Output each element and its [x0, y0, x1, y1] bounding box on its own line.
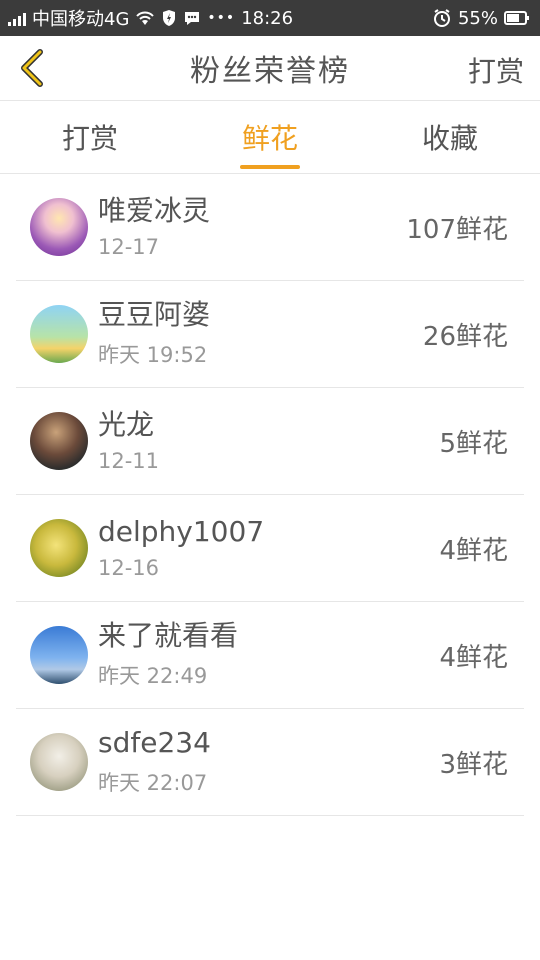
reward-button[interactable]: 打赏	[468, 50, 524, 90]
fan-list: 唯爱冰灵 12-17 107鲜花 豆豆阿婆 昨天 19:52 26鲜花 光龙 1…	[0, 174, 540, 816]
list-item-info: sdfe234 昨天 22:07	[98, 725, 439, 797]
back-button[interactable]	[12, 48, 52, 88]
battery-icon	[504, 11, 529, 25]
list-item[interactable]: 豆豆阿婆 昨天 19:52 26鲜花	[16, 281, 524, 388]
list-item[interactable]: 来了就看看 昨天 22:49 4鲜花	[16, 602, 524, 709]
status-right: 55%	[432, 8, 530, 29]
gift-time: 12-11	[98, 449, 160, 474]
user-name: 光龙	[98, 407, 155, 441]
gift-time: 昨天 19:52	[98, 343, 208, 368]
tab-reward[interactable]: 打赏	[0, 101, 180, 173]
user-name: 豆豆阿婆	[98, 297, 211, 331]
status-bar: 中国移动4G ••• 18:26 55%	[0, 0, 540, 36]
flower-count: 4鲜花	[439, 535, 508, 566]
list-item-info: 来了就看看 昨天 22:49	[98, 618, 439, 690]
tab-favorites[interactable]: 收藏	[360, 101, 540, 173]
list-item[interactable]: sdfe234 昨天 22:07 3鲜花	[16, 709, 524, 816]
tab-flowers-label: 鲜花	[241, 122, 298, 155]
gift-time: 12-17	[98, 235, 160, 260]
list-item[interactable]: 唯爱冰灵 12-17 107鲜花	[16, 174, 524, 281]
wifi-icon	[136, 11, 155, 25]
avatar[interactable]	[30, 305, 88, 363]
list-item-info: delphy1007 12-16	[98, 514, 439, 581]
user-name: delphy1007	[98, 514, 265, 548]
flower-count: 4鲜花	[439, 642, 508, 673]
avatar[interactable]	[30, 626, 88, 684]
page-title: 粉丝荣誉榜	[190, 54, 350, 89]
gift-time: 昨天 22:49	[98, 664, 208, 689]
gift-time: 昨天 22:07	[98, 771, 208, 796]
header: 粉丝荣誉榜 打赏	[0, 36, 540, 101]
battery-percent: 55%	[457, 7, 498, 29]
signal-icon	[8, 10, 26, 26]
user-name: 来了就看看	[98, 618, 239, 652]
user-name: 唯爱冰灵	[98, 193, 211, 227]
avatar[interactable]	[30, 519, 88, 577]
shield-icon	[163, 10, 176, 26]
alarm-icon	[433, 9, 450, 27]
tab-reward-label: 打赏	[61, 122, 118, 155]
user-name: sdfe234	[98, 725, 211, 759]
flower-count: 107鲜花	[406, 214, 508, 245]
avatar[interactable]	[30, 412, 88, 470]
chat-bubble-icon	[185, 12, 200, 25]
list-item-info: 豆豆阿婆 昨天 19:52	[98, 297, 423, 369]
more-dots-icon: •••	[207, 10, 236, 26]
active-tab-indicator	[240, 165, 300, 169]
tab-favorites-label: 收藏	[421, 122, 478, 155]
flower-count: 26鲜花	[422, 321, 508, 352]
list-item[interactable]: 光龙 12-11 5鲜花	[16, 388, 524, 495]
list-item[interactable]: delphy1007 12-16 4鲜花	[16, 495, 524, 602]
avatar[interactable]	[30, 198, 88, 256]
status-time: 18:26	[241, 7, 294, 29]
flower-count: 3鲜花	[439, 749, 508, 780]
status-left: 中国移动4G ••• 18:26	[8, 5, 293, 31]
carrier-label: 中国移动4G	[32, 9, 130, 30]
list-item-info: 唯爱冰灵 12-17	[98, 193, 406, 260]
tab-bar: 打赏 鲜花 收藏	[0, 101, 540, 174]
chevron-left-icon	[21, 49, 43, 87]
tab-flowers[interactable]: 鲜花	[180, 101, 360, 173]
flower-count: 5鲜花	[439, 428, 508, 459]
gift-time: 12-16	[98, 556, 160, 581]
avatar[interactable]	[30, 733, 88, 791]
list-item-info: 光龙 12-11	[98, 407, 439, 474]
